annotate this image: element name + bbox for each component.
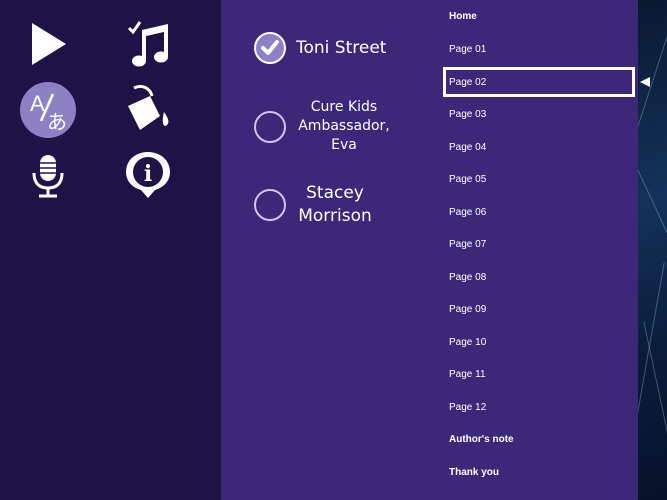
paint-bucket-icon xyxy=(128,84,169,130)
translate-icon: A あ xyxy=(20,82,76,138)
nav-item-page-12[interactable]: Page 12 xyxy=(449,402,486,413)
narrator-label-line: Eva xyxy=(331,137,357,153)
nav-item-page-10[interactable]: Page 10 xyxy=(449,337,486,348)
narrator-label-line: Morrison xyxy=(298,206,372,226)
play-button[interactable] xyxy=(18,14,78,74)
nav-item-page-06[interactable]: Page 06 xyxy=(449,207,486,218)
nav-item-page-01[interactable]: Page 01 xyxy=(449,44,486,55)
translate-letter-a: A xyxy=(30,91,45,116)
theme-button[interactable] xyxy=(118,80,178,140)
info-icon: i xyxy=(126,152,170,198)
radio-checked[interactable] xyxy=(254,32,286,64)
translate-letter-hiragana: あ xyxy=(47,110,67,134)
record-button[interactable] xyxy=(18,146,78,206)
page-preview-edge[interactable] xyxy=(638,0,667,500)
checkmark-icon xyxy=(261,40,279,55)
radio-unchecked[interactable] xyxy=(254,189,286,221)
nav-item-page-09[interactable]: Page 09 xyxy=(449,304,486,315)
microphone-icon xyxy=(32,155,64,198)
info-letter: i xyxy=(144,161,152,187)
nav-item-page-11[interactable]: Page 11 xyxy=(449,369,486,380)
nav-item-page-03[interactable]: Page 03 xyxy=(449,109,486,120)
nav-item-page-05[interactable]: Page 05 xyxy=(449,174,486,185)
narrator-label: Cure Kids Ambassador, Eva xyxy=(296,98,392,155)
play-icon xyxy=(32,23,66,65)
nav-item-thank-you[interactable]: Thank you xyxy=(449,467,499,478)
narrator-option-cure-kids[interactable]: Cure Kids Ambassador, Eva xyxy=(254,98,424,155)
selection-pointer xyxy=(640,77,650,87)
narrator-label-line: Cure Kids xyxy=(310,99,378,115)
nav-item-page-07[interactable]: Page 07 xyxy=(449,239,486,250)
nav-item-page-04[interactable]: Page 04 xyxy=(449,142,486,153)
music-icon xyxy=(127,21,168,67)
narrator-panel xyxy=(221,0,438,500)
music-button[interactable] xyxy=(118,14,178,74)
radio-unchecked[interactable] xyxy=(254,110,286,143)
narrator-label: Stacey Morrison xyxy=(296,182,374,228)
narrator-label-line: Stacey xyxy=(306,183,364,203)
narrator-label-line: Ambassador, xyxy=(298,118,390,134)
narrator-option-toni-street[interactable]: Toni Street xyxy=(254,32,424,64)
nav-item-authors-note[interactable]: Author's note xyxy=(449,434,514,445)
toolbar-panel xyxy=(0,0,221,500)
narrator-option-stacey-morrison[interactable]: Stacey Morrison xyxy=(254,182,424,228)
nav-item-home[interactable]: Home xyxy=(449,11,477,22)
nav-item-page-08[interactable]: Page 08 xyxy=(449,272,486,283)
narrator-label: Toni Street xyxy=(296,38,387,58)
selected-page-highlight xyxy=(443,67,635,97)
language-button[interactable]: A あ xyxy=(18,80,78,140)
info-button[interactable]: i xyxy=(118,146,178,206)
